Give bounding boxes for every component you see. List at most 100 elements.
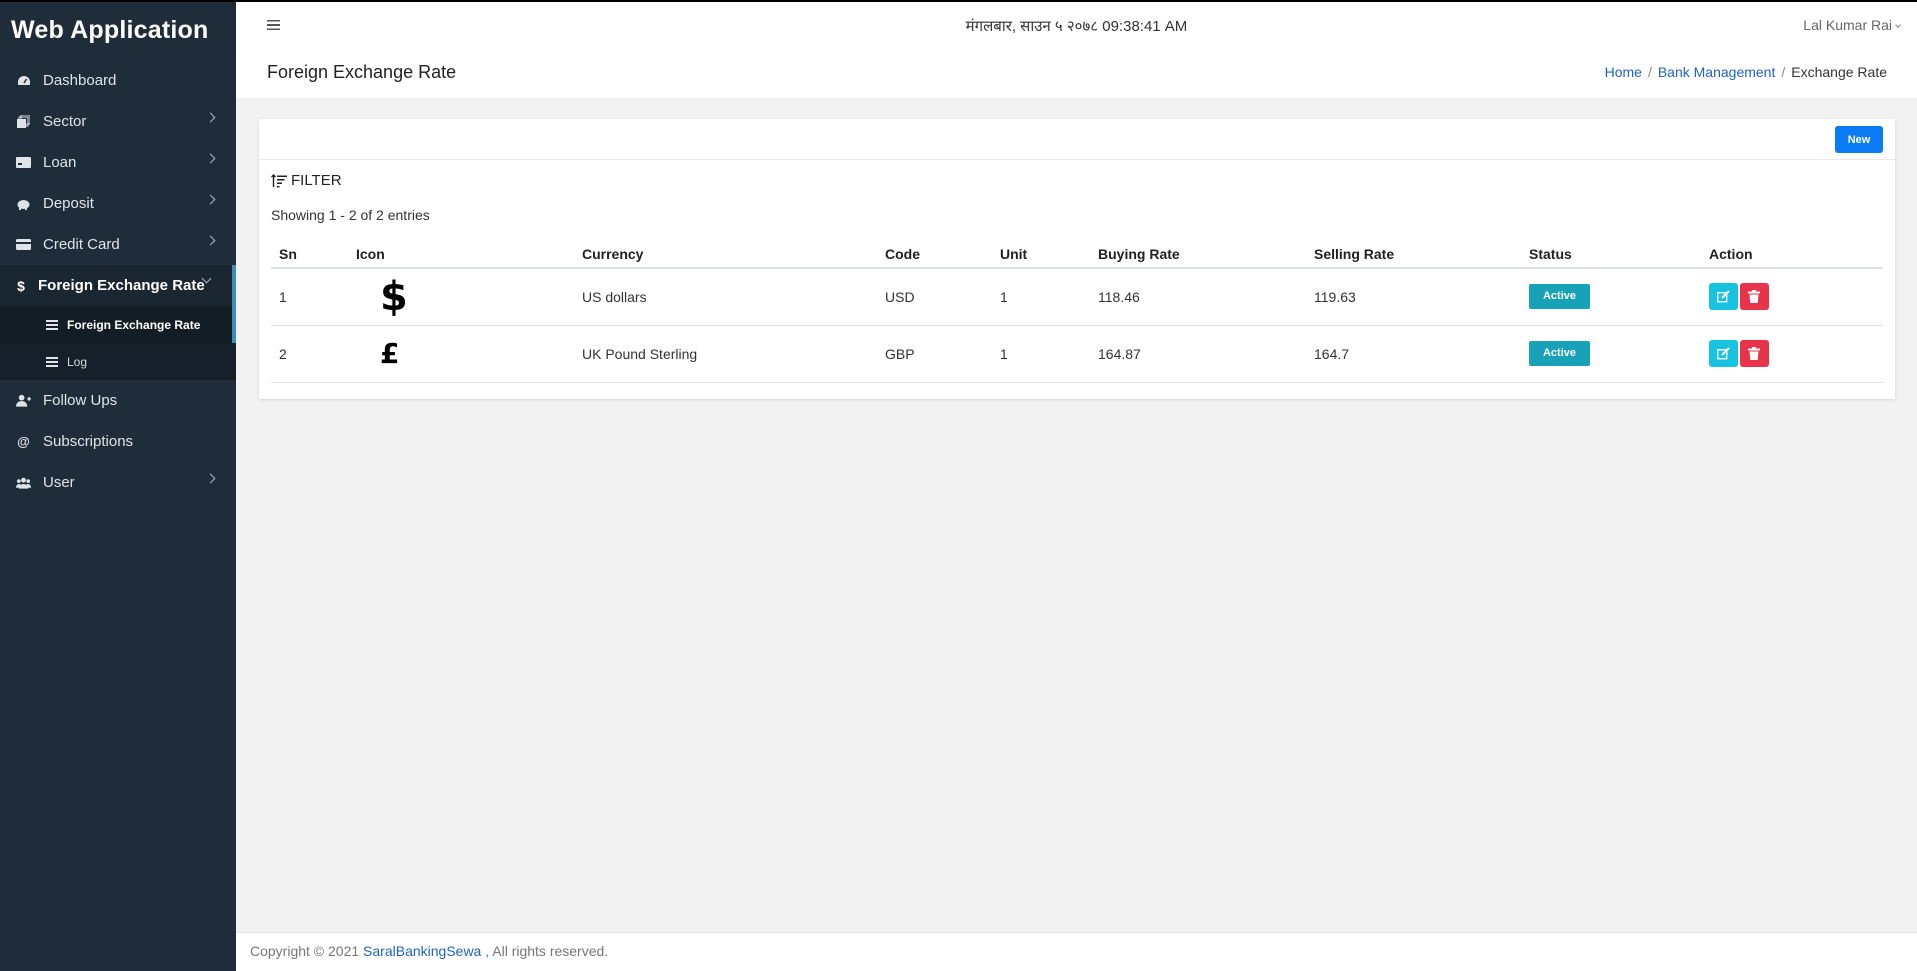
sidebar-item-label: Sector <box>43 113 87 130</box>
cell-action <box>1701 325 1883 383</box>
sidebar-item-follow-ups[interactable]: Follow Ups <box>0 380 236 421</box>
chevron-right-icon <box>205 473 216 484</box>
edit-icon <box>1717 347 1730 360</box>
delete-button[interactable] <box>1740 283 1769 311</box>
entries-count: Showing 1 - 2 of 2 entries <box>271 207 430 223</box>
sidebar-item-subscriptions[interactable]: @ Subscriptions <box>0 421 236 462</box>
sidebar-item-foreign-exchange-rate[interactable]: $ Foreign Exchange Rate <box>0 265 236 306</box>
breadcrumb-separator: / <box>1781 64 1786 80</box>
page-header: Foreign Exchange Rate Home / Bank Manageme… <box>236 52 1917 98</box>
trash-icon <box>1748 290 1760 304</box>
cell-status: Active <box>1521 268 1701 326</box>
cell-icon: £ <box>348 325 574 383</box>
status-badge: Active <box>1529 341 1590 366</box>
cell-selling-rate: 119.63 <box>1306 268 1521 326</box>
cell-sn: 1 <box>271 268 348 326</box>
footer-suffix: , All rights reserved. <box>481 943 609 959</box>
at-icon: @ <box>17 434 30 449</box>
breadcrumb-home[interactable]: Home <box>1605 64 1642 80</box>
cell-currency: UK Pound Sterling <box>574 325 877 383</box>
breadcrumb-separator: / <box>1647 64 1652 80</box>
card-header: New <box>259 119 1895 160</box>
list-icon <box>46 319 58 330</box>
cell-unit: 1 <box>992 325 1090 383</box>
sidebar-item-label: Deposit <box>43 195 94 212</box>
footer: Copyright © 2021 SaralBankingSewa , All … <box>236 932 1917 971</box>
chevron-right-icon <box>205 235 216 246</box>
edit-icon <box>1717 290 1730 303</box>
new-button[interactable]: New <box>1835 126 1883 153</box>
user-menu[interactable]: Lal Kumar Rai <box>1803 17 1901 33</box>
column-header-icon[interactable]: Icon <box>348 241 574 269</box>
status-badge: Active <box>1529 284 1590 310</box>
sidebar-submenu: Foreign Exchange Rate Log <box>0 306 236 380</box>
sidebar-item-dashboard[interactable]: Dashboard <box>0 60 236 101</box>
money-icon <box>16 155 31 170</box>
table-header-row: Sn Icon Currency Code Unit Buying Rate S… <box>271 241 1883 269</box>
column-header-code[interactable]: Code <box>877 241 992 269</box>
filter-toggle[interactable]: FILTER <box>271 172 342 189</box>
column-header-status[interactable]: Status <box>1521 241 1701 269</box>
footer-copyright: Copyright © 2021 <box>250 943 364 959</box>
column-header-selling-rate[interactable]: Selling Rate <box>1306 241 1521 269</box>
sidebar-item-sector[interactable]: Sector <box>0 101 236 142</box>
table-row: 1 $ US dollars USD 1 118.46 119.63 Activ… <box>271 268 1883 326</box>
column-header-action: Action <box>1701 241 1883 269</box>
sort-filter-icon <box>271 173 287 188</box>
table-row: 2 £ UK Pound Sterling GBP 1 164.87 164.7… <box>271 325 1883 383</box>
exchange-rate-table: Sn Icon Currency Code Unit Buying Rate S… <box>271 241 1883 383</box>
column-header-buying-rate[interactable]: Buying Rate <box>1090 241 1306 269</box>
chevron-right-icon <box>205 194 216 205</box>
dollar-icon: $ <box>17 277 25 294</box>
tachometer-icon <box>16 73 31 88</box>
sidebar-item-label: User <box>43 474 75 491</box>
breadcrumb-bank-management[interactable]: Bank Management <box>1658 64 1776 80</box>
sidebar-subitem-log[interactable]: Log <box>0 343 236 380</box>
cell-code: USD <box>877 268 992 326</box>
datetime-display: मंगलबार, साउन ५ २०७८ 09:38:41 AM <box>965 18 1188 35</box>
sidebar-item-label: Credit Card <box>43 236 120 253</box>
sidebar-subitem-foreign-exchange-rate[interactable]: Foreign Exchange Rate <box>0 306 236 343</box>
filter-label: FILTER <box>291 172 342 189</box>
sidebar-item-label: Loan <box>43 154 77 171</box>
app-title[interactable]: Web Application <box>0 2 236 60</box>
column-header-sn[interactable]: Sn <box>271 241 348 269</box>
dollar-currency-icon: $ <box>380 273 408 320</box>
user-plus-icon <box>16 393 31 408</box>
sidebar-item-loan[interactable]: Loan <box>0 142 236 183</box>
edit-button[interactable] <box>1709 283 1738 311</box>
sidebar-subitem-label: Log <box>67 354 88 369</box>
cell-buying-rate: 164.87 <box>1090 325 1306 383</box>
cell-sn: 2 <box>271 325 348 383</box>
sidebar-item-credit-card[interactable]: Credit Card <box>0 224 236 265</box>
footer-link[interactable]: SaralBankingSewa <box>363 943 481 959</box>
sidebar-subitem-label: Foreign Exchange Rate <box>67 317 201 332</box>
cell-code: GBP <box>877 325 992 383</box>
cell-action <box>1701 268 1883 326</box>
pound-currency-icon: £ <box>380 336 400 370</box>
page-title: Foreign Exchange Rate <box>267 62 457 82</box>
column-header-currency[interactable]: Currency <box>574 241 877 269</box>
delete-button[interactable] <box>1740 340 1769 367</box>
cell-status: Active <box>1521 325 1701 383</box>
users-icon <box>16 475 31 490</box>
piggy-bank-icon <box>16 196 31 211</box>
caret-down-icon <box>1895 22 1901 28</box>
sidebar-item-label: Subscriptions <box>43 433 134 450</box>
chevron-right-icon <box>205 153 216 164</box>
cell-unit: 1 <box>992 268 1090 326</box>
exchange-rate-card: New FILTER Showing 1 - 2 of 2 entries Sn… <box>259 119 1895 399</box>
sidebar: Web Application Dashboard Sector Loan De… <box>0 0 236 971</box>
sidebar-item-label: Follow Ups <box>43 392 118 409</box>
sidebar-item-label: Dashboard <box>43 72 117 89</box>
edit-button[interactable] <box>1709 340 1738 367</box>
trash-icon <box>1748 347 1760 360</box>
user-name: Lal Kumar Rai <box>1803 17 1892 33</box>
breadcrumb-current: Exchange Rate <box>1791 64 1887 80</box>
sidebar-item-user[interactable]: User <box>0 462 236 503</box>
column-header-unit[interactable]: Unit <box>992 241 1090 269</box>
cell-selling-rate: 164.7 <box>1306 325 1521 383</box>
sidebar-item-deposit[interactable]: Deposit <box>0 183 236 224</box>
breadcrumb: Home / Bank Management / Exchange Rate <box>1605 64 1887 80</box>
list-icon <box>46 356 58 367</box>
